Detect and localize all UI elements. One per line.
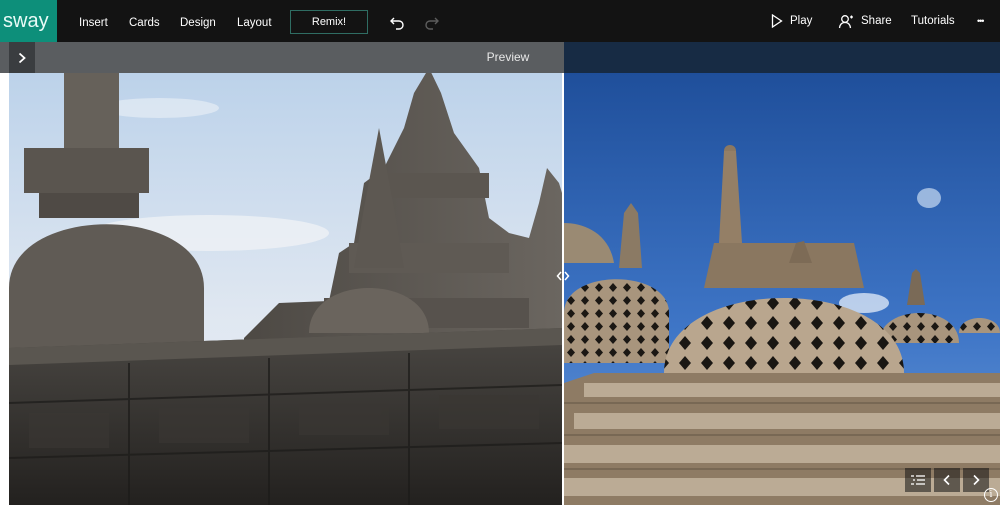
chevron-right-icon xyxy=(973,474,980,486)
layout-menu-button[interactable]: Layout xyxy=(237,0,272,42)
play-button[interactable]: Play xyxy=(771,0,812,42)
more-options-button[interactable]: ••• xyxy=(977,0,985,42)
bottom-margin xyxy=(0,505,1000,511)
chevron-left-icon xyxy=(943,474,950,486)
share-button[interactable]: Share xyxy=(838,0,892,42)
preview-title: Preview xyxy=(486,50,530,64)
remix-button[interactable]: Remix! xyxy=(290,10,368,34)
left-temple-photo xyxy=(9,73,562,505)
undo-icon[interactable] xyxy=(386,10,408,34)
tutorials-button[interactable]: Tutorials xyxy=(911,0,955,42)
navigation-list-icon xyxy=(911,475,925,485)
next-card-button[interactable] xyxy=(963,468,989,492)
app-logo-text: sway xyxy=(3,10,49,32)
play-icon xyxy=(771,14,783,28)
play-label: Play xyxy=(790,15,813,27)
share-label: Share xyxy=(861,15,892,27)
chevron-right-icon xyxy=(18,52,26,63)
navigation-list-button[interactable] xyxy=(905,468,931,492)
share-person-icon xyxy=(838,14,853,28)
expand-navigation-button[interactable] xyxy=(9,42,35,73)
preview-header-right xyxy=(564,42,1000,73)
app-toolbar: sway Insert Cards Design Layout Remix! P… xyxy=(0,0,1000,42)
previous-card-button[interactable] xyxy=(934,468,960,492)
compare-handle-icon[interactable] xyxy=(553,266,573,286)
cards-menu-button[interactable]: Cards xyxy=(129,0,160,42)
insert-menu-button[interactable]: Insert xyxy=(79,0,108,42)
app-logo[interactable]: sway xyxy=(0,0,57,42)
design-menu-button[interactable]: Design xyxy=(180,0,216,42)
redo-icon[interactable] xyxy=(421,10,443,34)
right-temple-photo xyxy=(564,73,1000,505)
info-icon[interactable]: i xyxy=(984,488,998,502)
